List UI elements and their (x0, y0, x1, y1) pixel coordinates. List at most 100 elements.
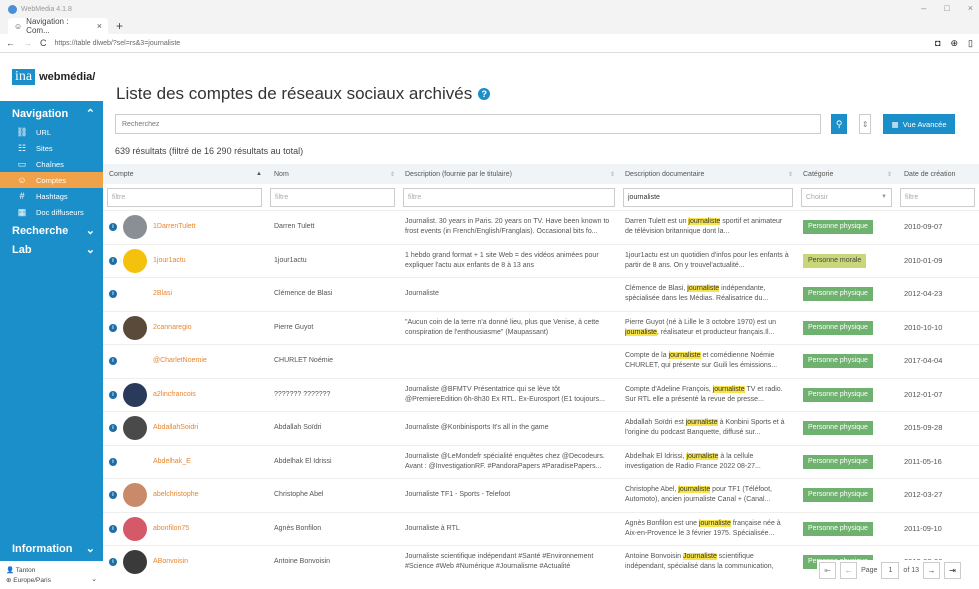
browser-tab[interactable]: ☺ Navigation : Com... × (8, 17, 108, 35)
header-date[interactable]: Date de création (896, 171, 979, 178)
prev-page-button[interactable]: ← (840, 562, 858, 579)
table-row[interactable]: i 2Blasi Clémence de Blasi Journaliste Cléme… (103, 277, 979, 311)
minimize-button[interactable]: – (921, 3, 926, 13)
sidebar-item-sites[interactable]: ☷ Sites (0, 140, 103, 156)
table-row[interactable]: i 1DarrenTulett Darren Tulett Journalist. 3… (103, 210, 979, 244)
back-icon[interactable]: ← (6, 38, 15, 48)
cell-category: Personne physique (797, 354, 896, 369)
header-cat[interactable]: Catégorie ⇕ (797, 171, 896, 178)
header-nom[interactable]: Nom ⇕ (266, 171, 399, 178)
account-handle-link[interactable]: abonfilon75 (153, 524, 189, 534)
grid-icon: ▦ (891, 119, 899, 129)
info-icon[interactable]: i (109, 323, 117, 332)
first-page-button[interactable]: ⇤ (819, 562, 837, 579)
account-handle-link[interactable]: AbdallahSoidri (153, 423, 198, 433)
new-tab-button[interactable]: + (108, 18, 131, 34)
nav-section-lab[interactable]: Lab ⌄ (0, 241, 103, 260)
cell-description: "Aucun coin de la terre n'a donné lieu, … (405, 318, 600, 336)
account-handle-link[interactable]: a2lincfrancois (153, 390, 196, 400)
cell-compte: i ABonvoisin (103, 550, 266, 575)
search-button[interactable]: ⚲ (831, 114, 848, 134)
avatar (123, 282, 147, 307)
nav-section-recherche[interactable]: Recherche ⌄ (0, 220, 103, 241)
filter-desc-input[interactable]: filtre (403, 187, 615, 207)
table-header: Compte ▲ Nom ⇕ Description (fournie par … (103, 164, 979, 184)
next-page-button[interactable]: → (923, 562, 940, 579)
reload-icon[interactable]: C (40, 38, 47, 48)
nav-section-navigation[interactable]: Navigation ⌃ (0, 101, 103, 124)
filter-nom-input[interactable]: filtre (270, 187, 395, 207)
filter-category-select[interactable]: Choisir ▼ (801, 187, 892, 207)
info-icon[interactable]: i (109, 524, 117, 533)
page-input[interactable]: 1 (881, 562, 900, 579)
account-handle-link[interactable]: @CharletNoemie (153, 356, 207, 366)
info-icon[interactable]: i (109, 491, 117, 500)
table-row[interactable]: i @CharletNoemie CHURLET Noémie Compte de l… (103, 344, 979, 378)
account-handle-link[interactable]: ABonvoisin (153, 557, 188, 567)
info-icon[interactable]: i (109, 357, 117, 366)
avatar (123, 248, 147, 273)
table-row[interactable]: i 1jour1actu 1jour1actu 1 hebdo grand forma… (103, 243, 979, 278)
table-row[interactable]: i abelchristophe Christophe Abel Journalist… (103, 478, 979, 512)
user-panel[interactable]: 👤 Tanton ⊕ Europe/Paris ⌄ (0, 561, 103, 589)
search-input[interactable] (115, 114, 821, 134)
category-badge: Personne morale (803, 253, 867, 268)
close-window-button[interactable]: × (968, 3, 973, 13)
last-page-button[interactable]: ⇥ (944, 562, 961, 579)
cell-date: 2012-01-07 (904, 389, 943, 399)
nav-section-information[interactable]: Information ⌄ (0, 536, 103, 561)
account-handle-link[interactable]: abelchristophe (153, 490, 199, 500)
page-icon[interactable]: ▯ (968, 38, 973, 49)
filter-doc-input[interactable]: journaliste (623, 187, 793, 207)
info-icon[interactable]: i (109, 424, 117, 433)
window-controls: – □ × (921, 3, 973, 13)
header-desc[interactable]: Description (fournie par le titulaire) ⇕ (399, 171, 619, 178)
info-icon[interactable]: i (109, 290, 117, 299)
advanced-view-button[interactable]: ▦ Vue Avancée (883, 114, 955, 134)
info-icon[interactable]: i (109, 558, 117, 567)
sidebar-bottom: Information ⌄ 👤 Tanton ⊕ Europe/Paris ⌄ (0, 536, 103, 589)
table-row[interactable]: i AbdallahSoidri Abdallah Soïdri Journalist… (103, 411, 979, 445)
filter-date-input[interactable]: filtre (900, 187, 975, 207)
sidebar-item-doc-diffuseurs[interactable]: ▦ Doc diffuseurs (0, 204, 103, 220)
tab-close-icon[interactable]: × (97, 21, 102, 31)
sidebar-item-hashtags[interactable]: # Hashtags (0, 188, 103, 204)
help-icon[interactable]: ? (478, 88, 491, 100)
sidebar-item-url[interactable]: ⛓ URL (0, 124, 103, 140)
maximize-button[interactable]: □ (944, 3, 949, 13)
filter-cell: journaliste (619, 187, 797, 207)
cell-nom: ??????? ??????? (274, 390, 331, 398)
sort-toggle-icon[interactable]: ⇕ (859, 114, 872, 134)
logo[interactable]: ina webmédia/ (0, 53, 103, 101)
sidebar-item-cha-nes[interactable]: ▭ Chaînes (0, 156, 103, 172)
category-badge: Personne physique (803, 421, 873, 436)
filter-compte-input[interactable]: filtre (107, 187, 262, 207)
info-icon[interactable]: i (109, 256, 117, 265)
table-row[interactable]: i 2cannaregio Pierre Guyot "Aucun coin de l… (103, 310, 979, 345)
sidebar-item-comptes[interactable]: ☺ Comptes (0, 172, 103, 188)
account-handle-link[interactable]: 1DarrenTulett (153, 222, 196, 232)
sitemap-icon: ☷ (17, 142, 27, 153)
logo-ina: ina (12, 69, 36, 85)
cell-description: Journaliste scientifique indépendant #Sa… (405, 553, 594, 571)
header-compte[interactable]: Compte ▲ (103, 171, 266, 178)
info-icon[interactable]: i (109, 223, 117, 232)
header-doc[interactable]: Description documentaire ⇕ (619, 171, 797, 178)
camera-icon[interactable]: ◘ (935, 38, 940, 49)
info-icon[interactable]: i (109, 457, 117, 466)
forward-icon[interactable]: → (23, 38, 32, 48)
table-row[interactable]: i Abdelhak_E Abdelhak El Idrissi Journalist… (103, 444, 979, 479)
page-total: of 13 (903, 567, 919, 574)
url-field[interactable]: https://table dlweb/?sel=rs&3=journalist… (55, 40, 928, 47)
account-handle-link[interactable]: 1jour1actu (153, 256, 186, 266)
cell-category: Personne physique (797, 488, 896, 503)
account-handle-link[interactable]: Abdelhak_E (153, 457, 191, 467)
table-row[interactable]: i abonfilon75 Agnès Bonfilon Journaliste à … (103, 511, 979, 546)
zoom-icon[interactable]: ⊕ (951, 38, 959, 49)
account-handle-link[interactable]: 2cannaregio (153, 323, 192, 333)
user-name: 👤 Tanton (6, 567, 36, 574)
nav-section-label: Navigation (12, 107, 69, 120)
info-icon[interactable]: i (109, 390, 117, 399)
table-row[interactable]: i a2lincfrancois ??????? ??????? Journalist… (103, 377, 979, 412)
account-handle-link[interactable]: 2Blasi (153, 289, 172, 299)
